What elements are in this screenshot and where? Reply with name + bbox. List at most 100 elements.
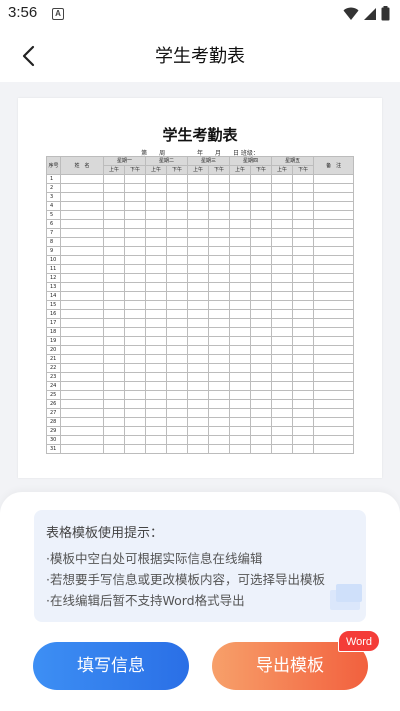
table-cell: [60, 201, 104, 211]
table-cell: [145, 237, 168, 247]
table-cell: [103, 363, 125, 373]
table-cell: [313, 363, 355, 373]
table-cell: [229, 273, 252, 283]
table-row: 14: [46, 291, 355, 301]
table-cell: [208, 327, 231, 337]
table-cell: [60, 327, 104, 337]
table-cell: [123, 435, 147, 445]
table-cell: [60, 237, 104, 247]
table-cell: [103, 399, 125, 409]
table-cell: [271, 372, 294, 382]
table-cell: [229, 435, 252, 445]
table-cell: [229, 390, 252, 400]
table-cell: [166, 219, 189, 229]
table-cell: [292, 174, 315, 184]
table-cell: [250, 390, 273, 400]
table-cell: [123, 273, 147, 283]
row-number: 25: [46, 390, 61, 400]
table-cell: [208, 228, 231, 238]
table-cell: [60, 309, 104, 319]
table-cell: [166, 255, 189, 265]
sheet-title: 学生考勤表: [162, 126, 238, 144]
table-cell: [250, 408, 273, 418]
table-row: 23: [46, 372, 355, 382]
table-cell: [250, 372, 273, 382]
table-cell: [60, 345, 104, 355]
table-row: 15: [46, 300, 355, 310]
template-preview[interactable]: 学生考勤表 第____周 __________年____月____日 班级： 序…: [18, 98, 382, 478]
header-cell: 下午: [123, 165, 147, 175]
row-number: 18: [46, 327, 61, 337]
table-cell: [166, 201, 189, 211]
row-number: 21: [46, 354, 61, 364]
table-row: 22: [46, 363, 355, 373]
table-cell: [166, 210, 189, 220]
row-number: 6: [46, 219, 61, 229]
table-cell: [250, 237, 273, 247]
word-badge: Word: [338, 630, 380, 652]
table-cell: [208, 363, 231, 373]
table-cell: [292, 381, 315, 391]
table-cell: [187, 192, 210, 202]
status-time: 3:56: [8, 4, 38, 21]
table-cell: [208, 201, 231, 211]
table-cell: [271, 174, 294, 184]
table-cell: [313, 192, 355, 202]
table-cell: [166, 426, 189, 436]
table-header-row: 序号姓 名星期一 星期二 星期三 星期四 星期五备 注: [46, 156, 355, 175]
table-cell: [166, 363, 189, 373]
table-cell: [208, 435, 231, 445]
table-cell: [145, 219, 168, 229]
table-cell: [208, 273, 231, 283]
table-row: 8: [46, 237, 355, 247]
table-cell: [145, 417, 168, 427]
table-cell: [166, 273, 189, 283]
table-row: 27: [46, 408, 355, 418]
table-cell: [208, 354, 231, 364]
table-row: 13: [46, 282, 355, 292]
table-cell: [166, 174, 189, 184]
table-cell: [60, 282, 104, 292]
table-cell: [123, 246, 147, 256]
table-cell: [271, 399, 294, 409]
table-row: 3: [46, 192, 355, 202]
table-cell: [103, 201, 125, 211]
row-number: 27: [46, 408, 61, 418]
table-cell: [145, 408, 168, 418]
fill-info-button[interactable]: 填写信息: [33, 642, 189, 690]
attendance-grid: 序号姓 名星期一 星期二 星期三 星期四 星期五备 注上午 下午 上午 下午 上午 下午 上午 下午上…: [46, 156, 355, 454]
table-cell: [145, 246, 168, 256]
table-cell: [292, 201, 315, 211]
table-cell: [123, 210, 147, 220]
table-cell: [271, 309, 294, 319]
table-cell: [187, 444, 210, 454]
table-cell: [250, 309, 273, 319]
table-row: 2: [46, 183, 355, 193]
table-cell: [145, 300, 168, 310]
table-cell: [103, 264, 125, 274]
table-cell: [60, 417, 104, 427]
table-cell: [145, 183, 168, 193]
table-cell: [60, 435, 104, 445]
table-row: 1: [46, 174, 355, 184]
table-row: 12: [46, 273, 355, 283]
table-cell: [166, 336, 189, 346]
table-row: 30: [46, 435, 355, 445]
table-cell: [208, 300, 231, 310]
table-cell: [187, 237, 210, 247]
table-cell: [250, 336, 273, 346]
table-cell: [60, 219, 104, 229]
table-cell: [250, 201, 273, 211]
table-cell: [208, 246, 231, 256]
table-cell: [166, 228, 189, 238]
table-row: 16: [46, 309, 355, 319]
table-cell: [292, 435, 315, 445]
table-cell: [250, 318, 273, 328]
table-cell: [313, 246, 355, 256]
table-cell: [123, 255, 147, 265]
table-cell: [250, 399, 273, 409]
table-cell: [60, 354, 104, 364]
table-header: 序号姓 名星期一 星期二 星期三 星期四 星期五备 注上午 下午 上午 下午 上午 下午 上午 下午上…: [46, 156, 355, 175]
table-cell: [187, 201, 210, 211]
table-cell: [145, 444, 168, 454]
